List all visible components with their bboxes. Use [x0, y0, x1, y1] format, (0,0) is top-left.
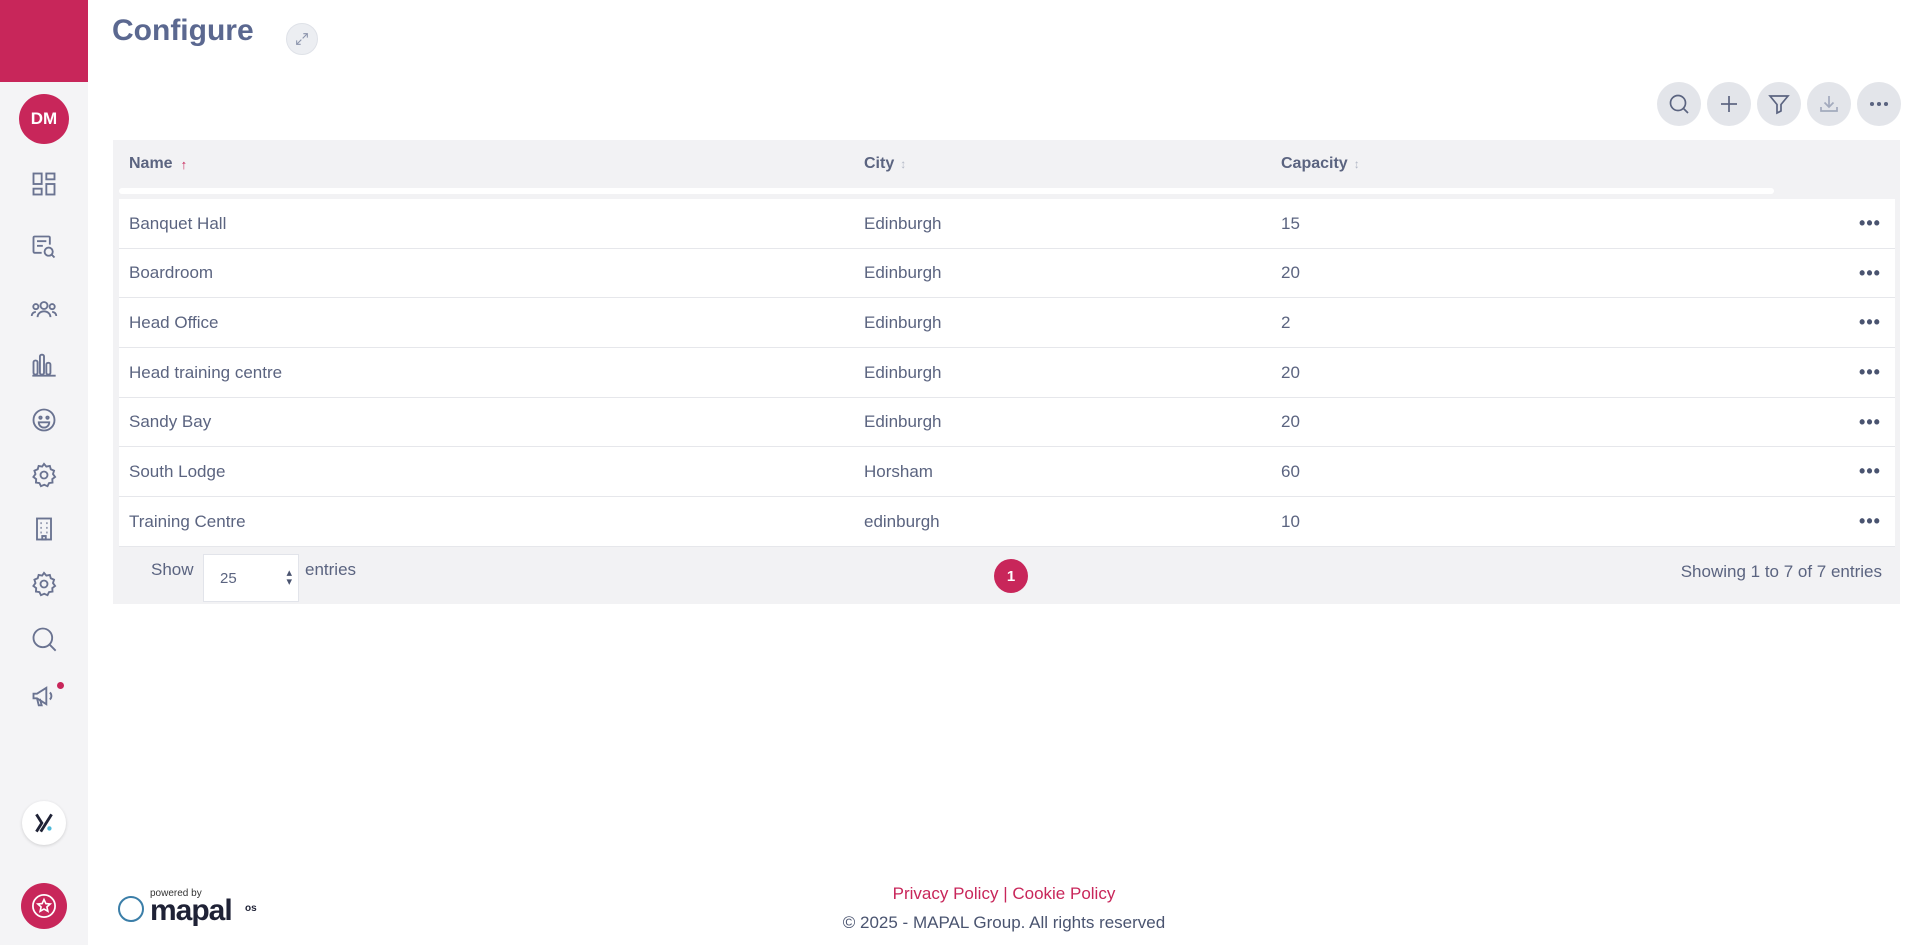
column-header-capacity[interactable]: Capacity ↕ — [1281, 140, 1360, 188]
more-options-button[interactable] — [1857, 82, 1901, 126]
sort-icon: ↕ — [1353, 157, 1360, 171]
cell-capacity: 20 — [1281, 263, 1300, 283]
table-footer: Show 25 ▴ ▾ entries 1 Showing 1 to 7 of 7… — [113, 544, 1900, 604]
row-more-icon[interactable]: ••• — [1855, 249, 1885, 298]
search-icon — [1669, 94, 1689, 114]
column-header-city[interactable]: City ↕ — [864, 140, 906, 188]
page-size-select[interactable]: 25 ▴ ▾ — [203, 554, 299, 602]
cell-city: Edinburgh — [864, 312, 942, 332]
cell-city: Edinburgh — [864, 213, 942, 233]
gear-icon[interactable] — [28, 459, 60, 491]
cell-capacity: 10 — [1281, 511, 1300, 531]
horizontal-scrollbar[interactable] — [119, 188, 1774, 194]
sort-asc-icon: ↑ — [180, 156, 188, 172]
cell-city: Horsham — [864, 461, 933, 481]
footer-links: Privacy Policy | Cookie Policy — [0, 884, 1920, 904]
table-row[interactable]: Banquet Hall Edinburgh 15 ••• — [119, 199, 1895, 249]
pagination-page-1[interactable]: 1 — [994, 559, 1028, 593]
cookie-policy-link[interactable]: Cookie Policy — [1012, 884, 1115, 903]
gear-icon[interactable] — [28, 568, 60, 600]
people-icon[interactable] — [28, 293, 60, 325]
table-row[interactable]: Head training centre Edinburgh 20 ••• — [119, 348, 1895, 398]
column-label: City — [864, 155, 895, 172]
cell-city: Edinburgh — [864, 362, 942, 382]
filter-button[interactable] — [1757, 82, 1801, 126]
cell-name: Head Office — [129, 312, 219, 332]
cell-capacity: 20 — [1281, 362, 1300, 382]
table-row[interactable]: Boardroom Edinburgh 20 ••• — [119, 248, 1895, 299]
table-row[interactable]: South Lodge Horsham 60 ••• — [119, 447, 1895, 498]
link-separator: | — [1003, 884, 1008, 903]
table-toolbar — [1657, 82, 1901, 126]
download-icon — [1820, 96, 1838, 112]
entries-label: entries — [305, 560, 357, 579]
table-row[interactable]: Sandy Bay Edinburgh 20 ••• — [119, 397, 1895, 448]
cell-name: South Lodge — [129, 461, 226, 481]
page-title: Configure — [112, 14, 254, 47]
cell-city: edinburgh — [864, 511, 940, 531]
cell-capacity: 15 — [1281, 213, 1300, 233]
sidebar: DM — [0, 0, 88, 945]
privacy-policy-link[interactable]: Privacy Policy — [893, 884, 999, 903]
cell-capacity: 2 — [1281, 312, 1291, 332]
column-header-name[interactable]: Name ↑ — [129, 140, 187, 188]
cell-city: Edinburgh — [864, 263, 942, 283]
cell-name: Boardroom — [129, 263, 214, 283]
row-more-icon[interactable]: ••• — [1855, 199, 1885, 248]
cell-name: Sandy Bay — [129, 412, 212, 432]
table-header: Name ↑ City ↕ Capacity ↕ — [113, 140, 1900, 188]
avatar[interactable]: DM — [19, 94, 69, 144]
building-icon[interactable] — [28, 513, 60, 545]
smiley-icon[interactable] — [28, 404, 60, 436]
showing-entries-text: Showing 1 to 7 of 7 entries — [1680, 562, 1882, 581]
add-button[interactable] — [1707, 82, 1751, 126]
sort-icon: ↕ — [900, 157, 907, 171]
expand-icon — [296, 33, 308, 45]
row-more-icon[interactable]: ••• — [1855, 398, 1885, 447]
cell-capacity: 60 — [1281, 461, 1300, 481]
column-label: Capacity — [1281, 155, 1348, 172]
search-icon[interactable] — [28, 623, 60, 655]
cell-capacity: 20 — [1281, 412, 1300, 432]
row-more-icon[interactable]: ••• — [1855, 447, 1885, 496]
expand-button[interactable] — [286, 23, 318, 55]
bar-chart-icon[interactable] — [28, 348, 60, 380]
cell-name: Banquet Hall — [129, 213, 227, 233]
row-more-icon[interactable]: ••• — [1855, 298, 1885, 347]
download-button[interactable] — [1807, 82, 1851, 126]
app-switcher-icon[interactable] — [22, 801, 66, 845]
column-label: Name — [129, 155, 173, 172]
cell-city: Edinburgh — [864, 412, 942, 432]
plus-icon — [1721, 96, 1737, 112]
rooms-table: Name ↑ City ↕ Capacity ↕ Banquet Hall Ed… — [113, 140, 1900, 604]
table-row[interactable]: Head Office Edinburgh 2 ••• — [119, 298, 1895, 349]
table-body: Banquet Hall Edinburgh 15 ••• Boardroom … — [119, 199, 1895, 547]
dashboard-icon[interactable] — [28, 168, 60, 200]
row-more-icon[interactable]: ••• — [1855, 348, 1885, 397]
show-label: Show — [151, 560, 194, 579]
row-more-icon[interactable]: ••• — [1855, 497, 1885, 546]
notification-badge — [55, 680, 66, 691]
filter-icon — [1768, 95, 1790, 115]
page-size-value: 25 — [220, 569, 237, 587]
search-button[interactable] — [1657, 82, 1701, 126]
more-icon — [1869, 101, 1889, 107]
cell-name: Training Centre — [129, 511, 246, 531]
sidebar-logo-area[interactable] — [0, 0, 88, 82]
cell-name: Head training centre — [129, 362, 283, 382]
copyright-text: © 2025 - MAPAL Group. All rights reserve… — [842, 913, 1166, 932]
document-search-icon[interactable] — [28, 231, 60, 263]
table-row[interactable]: Training Centre edinburgh 10 ••• — [119, 497, 1895, 547]
select-arrows-icon: ▴ ▾ — [286, 567, 292, 588]
